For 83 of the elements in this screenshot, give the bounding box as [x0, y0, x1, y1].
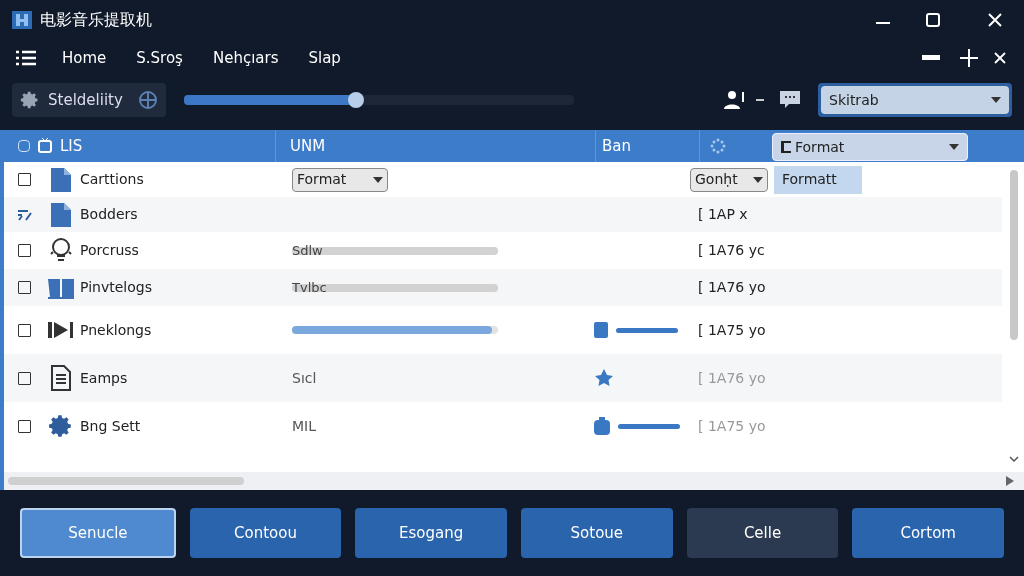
indicator-bar	[616, 327, 678, 333]
row-name: Bodders	[80, 205, 139, 224]
indicator-bar	[618, 423, 680, 429]
lightbulb-icon	[50, 237, 72, 264]
menu-item[interactable]: S.Sroş	[136, 46, 183, 70]
scroll-thumb[interactable]	[1010, 170, 1018, 340]
format-option[interactable]: Formatt	[774, 165, 862, 194]
chat-icon[interactable]	[780, 91, 800, 109]
scroll-down-icon[interactable]	[1009, 456, 1019, 462]
bar-label: Sdlw	[292, 241, 323, 260]
book-icon	[48, 276, 74, 299]
row-checkbox[interactable]	[18, 244, 31, 257]
action-button[interactable]: Senucle	[20, 508, 176, 558]
column-header[interactable]: LIS	[60, 134, 83, 158]
caret-icon	[949, 144, 959, 150]
jar-icon	[594, 417, 610, 435]
row-checkbox[interactable]	[18, 323, 31, 337]
app-logo-icon	[12, 11, 32, 29]
window-title: 电影音乐提取机	[40, 9, 152, 31]
action-button[interactable]: Esogang	[355, 508, 507, 558]
profile-dropdown[interactable]: Skitrab	[821, 86, 1009, 114]
clapper-icon	[48, 320, 74, 340]
slider-thumb[interactable]	[347, 92, 364, 108]
gear-icon	[20, 90, 40, 110]
column-header[interactable]: Ban	[602, 134, 631, 158]
plus-icon[interactable]	[960, 49, 978, 67]
header-checkbox[interactable]	[18, 140, 30, 152]
row-checkbox[interactable]	[18, 281, 31, 294]
bar-label: Tvlbc	[292, 278, 327, 297]
action-button[interactable]: Contoou	[189, 508, 342, 558]
cell-text: [ 1A76 yc	[698, 241, 765, 260]
cell-text: [ 1A75 yo	[698, 320, 766, 340]
star-icon	[594, 368, 614, 388]
square-icon	[594, 322, 608, 338]
format-dropdown[interactable]: Format	[772, 133, 968, 161]
maximize-icon[interactable]	[926, 13, 940, 27]
scroll-thumb[interactable]	[8, 477, 244, 485]
horizontal-scrollbar[interactable]	[4, 472, 1024, 490]
checked-checkbox[interactable]	[18, 208, 32, 221]
caret-icon	[991, 97, 1001, 103]
row-name: Eamps	[80, 368, 129, 388]
column-header[interactable]: UNM	[290, 134, 326, 158]
globe-icon	[138, 90, 158, 110]
document-list-icon	[51, 365, 71, 391]
slider-track[interactable]	[184, 95, 574, 105]
settings-dots-icon[interactable]	[710, 138, 726, 154]
format-dropdown[interactable]: Format	[292, 167, 388, 192]
scroll-right-icon[interactable]	[1006, 476, 1014, 486]
close-icon[interactable]	[994, 52, 1006, 64]
user-icon[interactable]	[724, 90, 746, 110]
caret-icon	[373, 176, 383, 183]
cell-text: Sıcl	[292, 370, 317, 386]
row-name: Porcruss	[80, 241, 140, 260]
action-button[interactable]: Sotoue	[521, 508, 673, 558]
row-checkbox[interactable]	[18, 173, 31, 186]
action-button[interactable]: Cortom	[852, 508, 1005, 558]
document-icon	[51, 202, 71, 227]
row-name: Pneklongs	[80, 320, 153, 340]
cell-text: MIL	[292, 418, 316, 434]
gear-icon	[48, 413, 74, 439]
column-icon	[781, 141, 791, 153]
cell-text: [ 1A76 yo	[698, 278, 766, 297]
menu-item[interactable]: Slap	[308, 46, 341, 70]
menu-item[interactable]: Nehçıars	[212, 46, 279, 70]
row-name: Bng Sett	[80, 416, 142, 436]
row-checkbox[interactable]	[18, 371, 31, 385]
dash-icon	[756, 99, 764, 101]
menu-icon[interactable]	[16, 50, 36, 66]
row-name: Carttions	[80, 170, 145, 189]
caret-icon	[753, 176, 763, 183]
close-icon[interactable]	[988, 13, 1002, 27]
minus-icon[interactable]	[922, 55, 940, 61]
profile-button[interactable]: Steldeliity	[12, 83, 166, 117]
row-checkbox[interactable]	[18, 419, 31, 433]
menu-item[interactable]: Home	[62, 46, 107, 70]
vertical-scrollbar[interactable]	[1008, 168, 1020, 462]
tv-icon	[38, 138, 52, 154]
cell-text: [ 1AP x	[698, 205, 748, 224]
format-dropdown[interactable]: Gonḥt	[690, 167, 768, 192]
row-name: Pinvtelogs	[80, 278, 153, 297]
cell-text: [ 1A75 yo	[698, 416, 766, 436]
document-icon	[51, 167, 71, 192]
cell-text: [ 1A76 yo	[698, 368, 766, 388]
